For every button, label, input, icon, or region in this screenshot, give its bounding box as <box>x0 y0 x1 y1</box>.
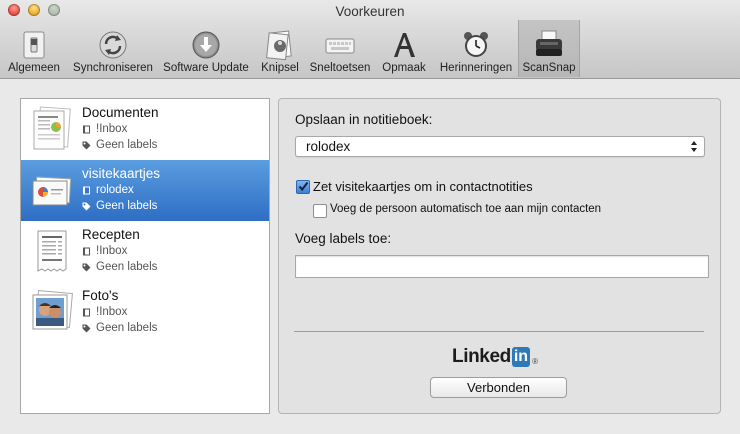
profile-labels: Geen labels <box>82 200 157 212</box>
toolbar-item-scansnap[interactable]: ScanSnap <box>518 20 580 77</box>
receipt-thumbnail <box>37 230 67 272</box>
profile-name: Recepten <box>82 227 140 242</box>
toolbar-item-sneltoetsen[interactable]: Sneltoetsen <box>306 26 374 76</box>
linkedin-in-box: in <box>511 347 531 367</box>
toolbar-item-synchroniseren[interactable]: Synchroniseren <box>70 26 156 76</box>
business-card-thumbnail <box>32 176 72 206</box>
notebook-icon <box>83 308 90 316</box>
scan-profile-list[interactable]: Documenten !Inbox Geen labels visitekaar… <box>20 98 270 414</box>
labels-label: Voeg labels toe: <box>295 231 392 246</box>
notebook-label: Opslaan in notitieboek: <box>295 112 433 127</box>
profile-notebook: rolodex <box>82 184 134 196</box>
toolbar-label: Synchroniseren <box>73 62 153 74</box>
notebook-icon <box>83 247 90 255</box>
notebook-icon <box>83 186 90 194</box>
list-item-recepten[interactable]: Recepten !Inbox Geen labels <box>21 221 269 282</box>
toolbar-label: Opmaak <box>382 62 426 74</box>
tag-icon <box>82 202 91 210</box>
tag-icon <box>82 263 91 271</box>
tag-icon <box>82 324 91 332</box>
list-item-fotos[interactable]: Foto's !Inbox Geen labels <box>21 282 269 343</box>
profile-labels: Geen labels <box>82 322 157 334</box>
toolbar-item-herinneringen[interactable]: Herinneringen <box>436 26 516 76</box>
profile-notebook-name: rolodex <box>96 184 134 196</box>
toolbar-item-knipsel[interactable]: Knipsel <box>256 26 304 76</box>
title-toolbar: Voorkeuren Algemeen Synchroniseren Softw… <box>0 0 740 79</box>
checkmark-icon <box>298 181 309 192</box>
list-item-documenten[interactable]: Documenten !Inbox Geen labels <box>21 99 269 160</box>
photo-thumbnail <box>32 290 73 330</box>
add-contact-checkbox[interactable] <box>313 204 327 218</box>
profile-settings-panel: Opslaan in notitieboek: rolodex Zet visi… <box>278 98 721 414</box>
toolbar-label: Software Update <box>163 62 249 74</box>
profile-notebook: !Inbox <box>82 306 127 318</box>
alarm-clock-icon <box>464 32 488 57</box>
download-icon <box>192 31 220 59</box>
preferences-window: Voorkeuren Algemeen Synchroniseren Softw… <box>0 0 740 434</box>
divider <box>294 331 704 332</box>
linkedin-logo: Linked in ® <box>452 346 538 368</box>
profile-notebook-name: !Inbox <box>96 245 128 257</box>
profile-labels-text: Geen labels <box>96 200 158 212</box>
window-title: Voorkeuren <box>335 4 405 19</box>
updown-arrows-icon <box>691 141 697 152</box>
profile-notebook: !Inbox <box>82 123 127 135</box>
linkedin-connected-button[interactable]: Verbonden <box>430 377 567 398</box>
notebook-select-value: rolodex <box>306 139 351 154</box>
add-contact-label: Voeg de persoon automatisch toe aan mijn… <box>330 203 602 215</box>
toolbar-label: ScanSnap <box>522 62 576 74</box>
toolbar-label: Herinneringen <box>439 62 513 74</box>
profile-name: Foto's <box>82 288 119 303</box>
toolbar-item-software-update[interactable]: Software Update <box>160 26 252 76</box>
registered-mark: ® <box>532 356 538 366</box>
keyboard-icon <box>325 38 355 54</box>
labels-input[interactable] <box>295 255 709 278</box>
profile-notebook-name: !Inbox <box>96 306 128 318</box>
toolbar-item-opmaak[interactable]: Opmaak <box>378 26 430 76</box>
profile-name: Documenten <box>82 105 159 120</box>
toolbar-label: Knipsel <box>261 62 299 74</box>
profile-labels: Geen labels <box>82 261 157 273</box>
convert-cards-label: Zet visitekaartjes om in contactnotities <box>313 179 533 194</box>
profile-notebook-name: !Inbox <box>96 123 128 135</box>
switch-icon <box>23 31 45 59</box>
notebook-icon <box>83 125 90 133</box>
profile-notebook: !Inbox <box>82 245 127 257</box>
profile-labels-text: Geen labels <box>96 139 158 151</box>
clipper-icon <box>266 30 292 61</box>
linkedin-wordmark: Linked <box>452 346 511 367</box>
toolbar-label: Algemeen <box>8 62 60 74</box>
profile-labels-text: Geen labels <box>96 322 158 334</box>
convert-cards-checkbox[interactable] <box>296 180 310 194</box>
toolbar-label: Sneltoetsen <box>309 62 371 74</box>
list-item-visitekaartjes[interactable]: visitekaartjes rolodex Geen labels <box>21 160 269 221</box>
profile-name: visitekaartjes <box>82 166 161 181</box>
document-thumbnail <box>33 106 71 150</box>
profile-labels: Geen labels <box>82 139 157 151</box>
profile-labels-text: Geen labels <box>96 261 158 273</box>
sync-icon <box>99 31 127 59</box>
font-icon <box>394 33 415 57</box>
notebook-select[interactable]: rolodex <box>295 136 705 157</box>
tag-icon <box>82 141 91 149</box>
scanner-icon <box>536 30 562 56</box>
toolbar-item-algemeen[interactable]: Algemeen <box>6 26 62 76</box>
